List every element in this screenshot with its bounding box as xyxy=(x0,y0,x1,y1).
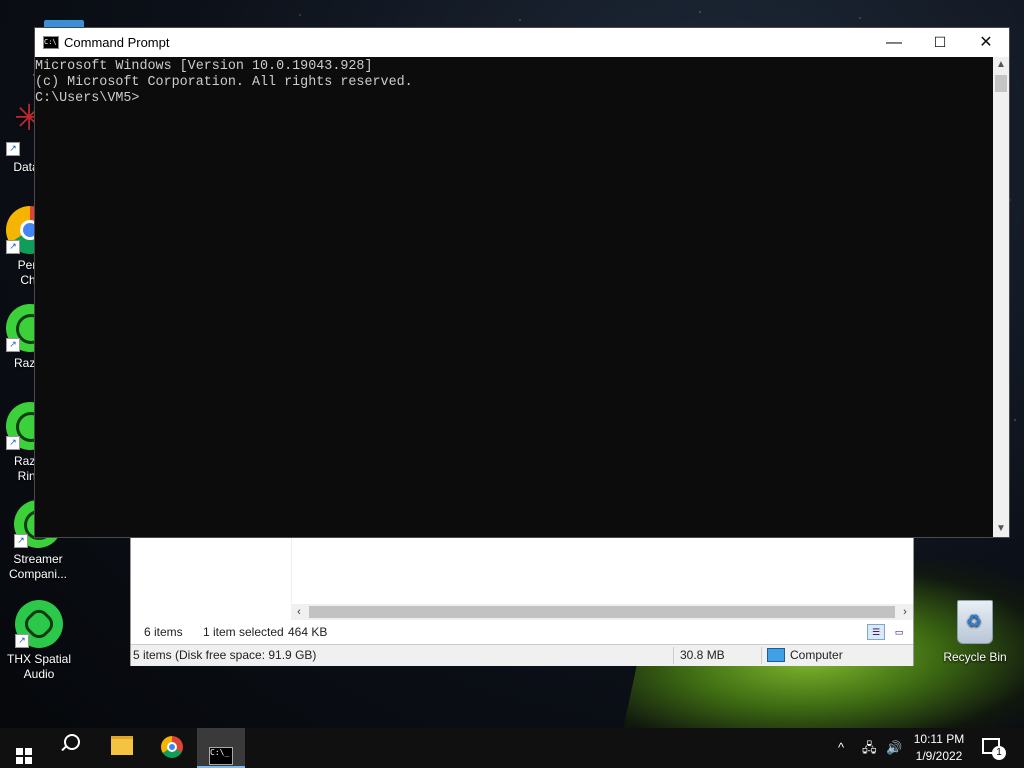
total-size: 30.8 MB xyxy=(680,648,725,662)
shortcut-arrow-icon: ↗ xyxy=(6,142,20,156)
console-line: (c) Microsoft Corporation. All rights re… xyxy=(35,75,413,90)
file-list-area[interactable] xyxy=(131,538,913,603)
clock-time: 10:11 PM xyxy=(913,732,965,746)
search-icon xyxy=(64,734,80,750)
clock-date: 1/9/2022 xyxy=(915,749,963,763)
taskbar-chrome[interactable] xyxy=(148,728,196,768)
start-button[interactable] xyxy=(0,728,48,768)
console-line: Microsoft Windows [Version 10.0.19043.92… xyxy=(35,59,373,74)
console-output[interactable]: Microsoft Windows [Version 10.0.19043.92… xyxy=(35,57,993,539)
network-icon[interactable]: 🖧 xyxy=(862,728,877,768)
shortcut-arrow-icon: ↗ xyxy=(14,534,28,548)
explorer-footer: 5 items (Disk free space: 91.9 GB) 30.8 … xyxy=(131,644,913,666)
desktop-icon-label: Streamer Compani... xyxy=(8,552,68,581)
shortcut-arrow-icon: ↗ xyxy=(6,240,20,254)
window-title: Command Prompt xyxy=(64,35,170,50)
taskbar-file-explorer[interactable] xyxy=(98,728,146,768)
scroll-down-icon[interactable]: ▼ xyxy=(993,521,1009,537)
scroll-right-icon[interactable]: › xyxy=(897,604,913,620)
computer-icon xyxy=(767,647,785,662)
minimize-button[interactable]: — xyxy=(871,28,917,57)
file-explorer-window: ‹ › 6 items 1 item selected 464 KB ☰ ▭ 5… xyxy=(130,537,914,666)
scroll-up-icon[interactable]: ▲ xyxy=(993,57,1009,73)
folder-icon xyxy=(111,736,133,755)
explorer-status-bar: 6 items 1 item selected 464 KB ☰ ▭ xyxy=(131,621,913,643)
action-center-button[interactable]: 1 xyxy=(982,738,1006,760)
desktop-icon-label: THX Spatial Audio xyxy=(6,652,72,681)
show-hidden-icons-button[interactable]: ^ xyxy=(838,728,844,768)
selection-size: 464 KB xyxy=(288,625,328,639)
item-count: 6 items xyxy=(144,625,183,639)
taskbar-command-prompt[interactable]: C:\_ xyxy=(197,728,245,768)
volume-icon[interactable]: 🔊 xyxy=(886,728,902,768)
horizontal-scrollbar[interactable]: ‹ › xyxy=(291,604,913,620)
chrome-icon xyxy=(161,736,183,758)
windows-logo-icon xyxy=(16,748,32,764)
close-button[interactable]: ✕ xyxy=(963,28,1009,57)
clock[interactable]: 10:11 PM 1/9/2022 xyxy=(903,731,975,765)
selection-count: 1 item selected xyxy=(203,625,284,639)
desktop-icon-recycle-bin[interactable]: Recycle Bin xyxy=(940,600,1010,664)
cmd-icon: C:\_ xyxy=(209,747,233,765)
search-button[interactable] xyxy=(48,728,96,768)
scroll-left-icon[interactable]: ‹ xyxy=(291,604,307,620)
pane-divider[interactable] xyxy=(291,538,292,603)
recycle-bin-label: Recycle Bin xyxy=(943,650,1007,664)
scrollbar-thumb[interactable] xyxy=(309,606,895,618)
details-view-button[interactable]: ☰ xyxy=(867,624,885,640)
shortcut-arrow-icon: ↗ xyxy=(6,338,20,352)
vertical-scrollbar[interactable]: ▲ ▼ xyxy=(993,57,1009,537)
cmd-app-icon[interactable]: C:\ xyxy=(43,36,59,49)
cmd-title-bar[interactable]: C:\ Command Prompt — ☐ ✕ xyxy=(35,28,1009,57)
desktop-icon-thx[interactable]: ↗ THX Spatial Audio xyxy=(1,600,77,682)
notification-count: 1 xyxy=(992,746,1006,760)
command-prompt-line[interactable]: C:\Users\VM5> xyxy=(35,91,993,107)
disk-free-space: 5 items (Disk free space: 91.9 GB) xyxy=(133,648,317,662)
maximize-button[interactable]: ☐ xyxy=(917,28,963,57)
large-icons-view-button[interactable]: ▭ xyxy=(890,624,908,640)
shortcut-arrow-icon: ↗ xyxy=(6,436,20,450)
command-prompt-window[interactable]: C:\ Command Prompt — ☐ ✕ Microsoft Windo… xyxy=(34,27,1010,538)
location-computer: Computer xyxy=(767,645,843,666)
shortcut-arrow-icon: ↗ xyxy=(15,634,29,648)
recycle-bin-icon xyxy=(957,600,993,644)
scrollbar-thumb[interactable] xyxy=(995,75,1007,92)
taskbar: C:\_ ^ 🖧 🔊 10:11 PM 1/9/2022 1 xyxy=(0,728,1024,768)
